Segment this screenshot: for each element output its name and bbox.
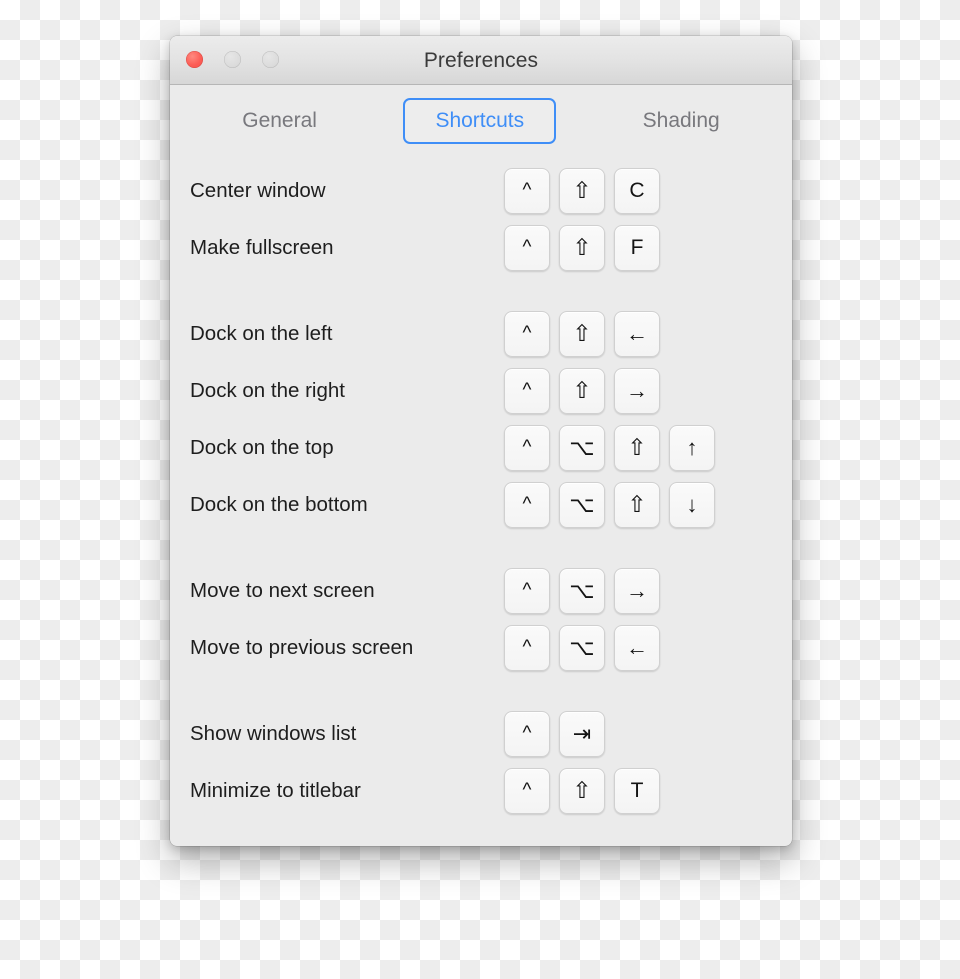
tab-general[interactable]: General (220, 98, 339, 144)
shortcut-row: Make fullscreen^⇧F✕ (170, 219, 792, 276)
shortcut-label: Center window (190, 178, 326, 202)
key-cap-shift[interactable]: ⇧ (614, 424, 660, 471)
shortcut-key-combo[interactable]: ^ ⌥ → (504, 567, 660, 614)
shortcut-key-combo[interactable]: ^ ⇥ (504, 710, 605, 757)
key-cap-tab[interactable]: ⇥ (559, 710, 605, 757)
key-cap-control[interactable]: ^ (504, 224, 550, 271)
key-cap-letter[interactable]: F (614, 224, 660, 271)
minimize-button[interactable] (224, 51, 241, 68)
key-cap-control[interactable]: ^ (504, 710, 550, 757)
traffic-light-group (186, 51, 279, 68)
window-titlebar: Preferences (170, 36, 792, 85)
key-cap-option[interactable]: ⌥ (559, 624, 605, 671)
shortcut-list: Center window^⇧C✕Make fullscreen^⇧F✕Dock… (170, 156, 792, 819)
preferences-window: Preferences General Shortcuts Shading Cent… (170, 36, 792, 846)
key-cap-option[interactable]: ⌥ (559, 567, 605, 614)
key-cap-shift[interactable]: ⇧ (559, 767, 605, 814)
shortcut-row: Move to next screen^⌥→✕ (170, 562, 792, 619)
shortcut-group: Dock on the left^⇧←✕Dock on the right^⇧→… (170, 305, 792, 533)
key-cap-shift[interactable]: ⇧ (559, 310, 605, 357)
key-cap-control[interactable]: ^ (504, 424, 550, 471)
shortcut-label: Move to next screen (190, 578, 375, 602)
zoom-button[interactable] (262, 51, 279, 68)
shortcut-row: Dock on the right^⇧→✕ (170, 362, 792, 419)
shortcut-key-combo[interactable]: ^ ⌥ ⇧ ↓ (504, 481, 715, 528)
group-separator (170, 676, 792, 705)
shortcut-row: Move to previous screen^⌥←✕ (170, 619, 792, 676)
shortcut-label: Make fullscreen (190, 235, 334, 259)
shortcut-label: Move to previous screen (190, 635, 414, 659)
shortcut-key-combo[interactable]: ^ ⇧ T (504, 767, 660, 814)
shortcut-row: Center window^⇧C✕ (170, 162, 792, 219)
shortcut-row: Minimize to titlebar^⇧T✕ (170, 762, 792, 819)
shortcut-key-combo[interactable]: ^ ⇧ ← (504, 310, 660, 357)
tab-bar: General Shortcuts Shading (170, 85, 792, 156)
key-cap-shift[interactable]: ⇧ (559, 224, 605, 271)
shortcut-group: Show windows list^⇥✕Minimize to titlebar… (170, 705, 792, 819)
tab-shading[interactable]: Shading (621, 98, 742, 144)
key-cap-option[interactable]: ⌥ (559, 481, 605, 528)
shortcut-row: Dock on the top^⌥⇧↑✕ (170, 419, 792, 476)
shortcut-label: Minimize to titlebar (190, 778, 361, 802)
shortcut-label: Dock on the left (190, 321, 333, 345)
shortcut-label: Show windows list (190, 721, 357, 745)
key-cap-control[interactable]: ^ (504, 624, 550, 671)
key-cap-control[interactable]: ^ (504, 367, 550, 414)
key-cap-option[interactable]: ⌥ (559, 424, 605, 471)
key-cap-letter[interactable]: T (614, 767, 660, 814)
key-cap-control[interactable]: ^ (504, 310, 550, 357)
shortcut-row: Dock on the left^⇧←✕ (170, 305, 792, 362)
key-cap-shift[interactable]: ⇧ (559, 367, 605, 414)
shortcut-label: Dock on the bottom (190, 492, 368, 516)
shortcut-group: Center window^⇧C✕Make fullscreen^⇧F✕ (170, 162, 792, 276)
key-cap-arrow[interactable]: ↓ (669, 481, 715, 528)
group-separator (170, 533, 792, 562)
shortcut-key-combo[interactable]: ^ ⇧ F (504, 224, 660, 271)
shortcut-key-combo[interactable]: ^ ⌥ ← (504, 624, 660, 671)
group-separator (170, 276, 792, 305)
shortcut-label: Dock on the right (190, 378, 345, 402)
close-button[interactable] (186, 51, 203, 68)
shortcut-group: Move to next screen^⌥→✕Move to previous … (170, 562, 792, 676)
shortcut-key-combo[interactable]: ^ ⇧ C (504, 167, 660, 214)
key-cap-arrow[interactable]: ↑ (669, 424, 715, 471)
key-cap-control[interactable]: ^ (504, 767, 550, 814)
key-cap-letter[interactable]: C (614, 167, 660, 214)
tab-shortcuts[interactable]: Shortcuts (403, 97, 557, 144)
key-cap-shift[interactable]: ⇧ (559, 167, 605, 214)
key-cap-arrow[interactable]: → (614, 567, 660, 614)
shortcut-row: Show windows list^⇥✕ (170, 705, 792, 762)
key-cap-control[interactable]: ^ (504, 167, 550, 214)
shortcut-key-combo[interactable]: ^ ⇧ → (504, 367, 660, 414)
key-cap-arrow[interactable]: ← (614, 310, 660, 357)
shortcut-key-combo[interactable]: ^ ⌥ ⇧ ↑ (504, 424, 715, 471)
key-cap-control[interactable]: ^ (504, 567, 550, 614)
key-cap-arrow[interactable]: → (614, 367, 660, 414)
shortcut-row: Dock on the bottom^⌥⇧↓✕ (170, 476, 792, 533)
shortcut-label: Dock on the top (190, 435, 334, 459)
key-cap-shift[interactable]: ⇧ (614, 481, 660, 528)
key-cap-control[interactable]: ^ (504, 481, 550, 528)
key-cap-arrow[interactable]: ← (614, 624, 660, 671)
